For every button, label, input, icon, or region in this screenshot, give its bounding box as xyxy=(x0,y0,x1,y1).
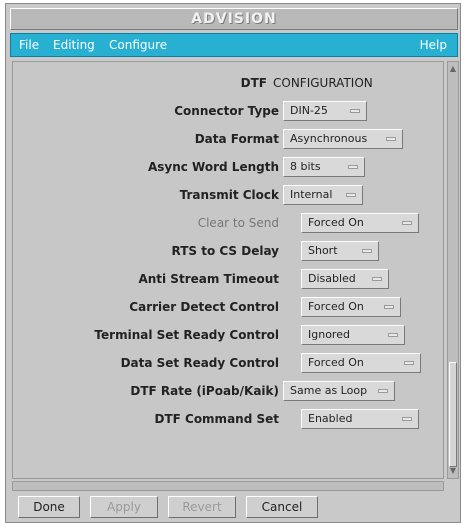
field-transmit-clock: Transmit Clock Internal xyxy=(13,184,443,208)
option-menu-indicator-icon xyxy=(384,305,394,309)
button-bar: Done Apply Revert Cancel xyxy=(10,494,458,520)
advision-window: ADVISION File Editing Configure Help DTF… xyxy=(5,3,461,523)
field-carrier-detect-control: Carrier Detect Control Forced On xyxy=(13,296,443,320)
field-label: RTS to CS Delay xyxy=(171,244,279,258)
option-menu-indicator-icon xyxy=(362,249,372,253)
option-menu-indicator-icon xyxy=(348,165,358,169)
option-menu-indicator-icon xyxy=(372,277,382,281)
field-rts-to-cs-delay: RTS to CS Delay Short xyxy=(13,240,443,264)
field-clear-to-send: Clear to Send Forced On xyxy=(13,212,443,236)
option-value: Internal xyxy=(290,188,333,201)
option-menu-indicator-icon xyxy=(402,417,412,421)
field-data-format: Data Format Asynchronous xyxy=(13,128,443,152)
cancel-button[interactable]: Cancel xyxy=(246,496,318,518)
option-value: Short xyxy=(308,244,338,257)
field-label: Clear to Send xyxy=(197,216,279,230)
menu-help[interactable]: Help xyxy=(420,34,447,56)
option-value: Forced On xyxy=(308,356,364,369)
field-label: Carrier Detect Control xyxy=(129,300,279,314)
option-value: Forced On xyxy=(308,300,364,313)
connector-type-option-menu[interactable]: DIN-25 xyxy=(283,101,367,121)
field-label: Async Word Length xyxy=(147,160,279,174)
clear-to-send-option-menu[interactable]: Forced On xyxy=(301,213,419,233)
field-async-word-length: Async Word Length 8 bits xyxy=(13,156,443,180)
option-value: Same as Loop xyxy=(290,384,368,397)
field-connector-type: Connector Type DIN-25 xyxy=(13,100,443,124)
option-value: DIN-25 xyxy=(290,104,328,117)
option-menu-indicator-icon xyxy=(388,333,398,337)
anti-stream-timeout-option-menu[interactable]: Disabled xyxy=(301,269,389,289)
field-dtf-command-set: DTF Command Set Enabled xyxy=(13,408,443,432)
menu-bar: File Editing Configure Help xyxy=(10,33,458,57)
option-value: Disabled xyxy=(308,272,356,285)
menu-configure[interactable]: Configure xyxy=(109,34,167,56)
scrollbar-thumb[interactable] xyxy=(449,362,457,467)
option-menu-indicator-icon xyxy=(404,361,414,365)
field-data-set-ready-control: Data Set Ready Control Forced On xyxy=(13,352,443,376)
field-label: Connector Type xyxy=(174,104,279,118)
option-menu-indicator-icon xyxy=(350,109,360,113)
field-label: Data Set Ready Control xyxy=(120,356,279,370)
option-menu-indicator-icon xyxy=(378,389,388,393)
option-value: Asynchronous xyxy=(290,132,368,145)
scroll-up-arrow-icon[interactable]: ▲ xyxy=(449,64,457,74)
option-value: Ignored xyxy=(308,328,350,341)
rts-to-cs-delay-option-menu[interactable]: Short xyxy=(301,241,379,261)
apply-button[interactable]: Apply xyxy=(90,496,158,518)
menu-editing[interactable]: Editing xyxy=(53,34,95,56)
field-label: DTF Rate (iPoab/Kaik) xyxy=(130,384,279,398)
transmit-clock-option-menu[interactable]: Internal xyxy=(283,185,363,205)
option-menu-indicator-icon xyxy=(346,193,356,197)
terminal-set-ready-control-option-menu[interactable]: Ignored xyxy=(301,325,405,345)
horizontal-scrollbar[interactable] xyxy=(12,481,444,491)
dtf-command-set-option-menu[interactable]: Enabled xyxy=(301,409,419,429)
carrier-detect-control-option-menu[interactable]: Forced On xyxy=(301,297,401,317)
done-button[interactable]: Done xyxy=(18,496,80,518)
field-label: Data Format xyxy=(194,132,279,146)
field-label: Transmit Clock xyxy=(179,188,279,202)
option-value: 8 bits xyxy=(290,160,321,173)
scroll-down-arrow-icon[interactable]: ▼ xyxy=(449,466,457,476)
field-label: DTF Command Set xyxy=(154,412,279,426)
data-set-ready-control-option-menu[interactable]: Forced On xyxy=(301,353,421,373)
data-format-option-menu[interactable]: Asynchronous xyxy=(283,129,403,149)
configuration-panel: DTF CONFIGURATION Connector Type DIN-25 … xyxy=(12,61,444,479)
field-terminal-set-ready-control: Terminal Set Ready Control Ignored xyxy=(13,324,443,348)
heading-prefix: DTF xyxy=(240,76,267,90)
option-value: Enabled xyxy=(308,412,353,425)
option-menu-indicator-icon xyxy=(386,137,396,141)
field-label: Terminal Set Ready Control xyxy=(94,328,279,342)
revert-button[interactable]: Revert xyxy=(168,496,236,518)
field-label: Anti Stream Timeout xyxy=(138,272,279,286)
window-title: ADVISION xyxy=(10,8,458,30)
option-value: Forced On xyxy=(308,216,364,229)
field-dtf-rate: DTF Rate (iPoab/Kaik) Same as Loop xyxy=(13,380,443,404)
vertical-scrollbar[interactable]: ▲ ▼ xyxy=(447,61,459,479)
heading-title: CONFIGURATION xyxy=(273,76,373,90)
dtf-rate-option-menu[interactable]: Same as Loop xyxy=(283,381,395,401)
option-menu-indicator-icon xyxy=(402,221,412,225)
async-word-length-option-menu[interactable]: 8 bits xyxy=(283,157,365,177)
menu-file[interactable]: File xyxy=(19,34,39,56)
field-anti-stream-timeout: Anti Stream Timeout Disabled xyxy=(13,268,443,292)
